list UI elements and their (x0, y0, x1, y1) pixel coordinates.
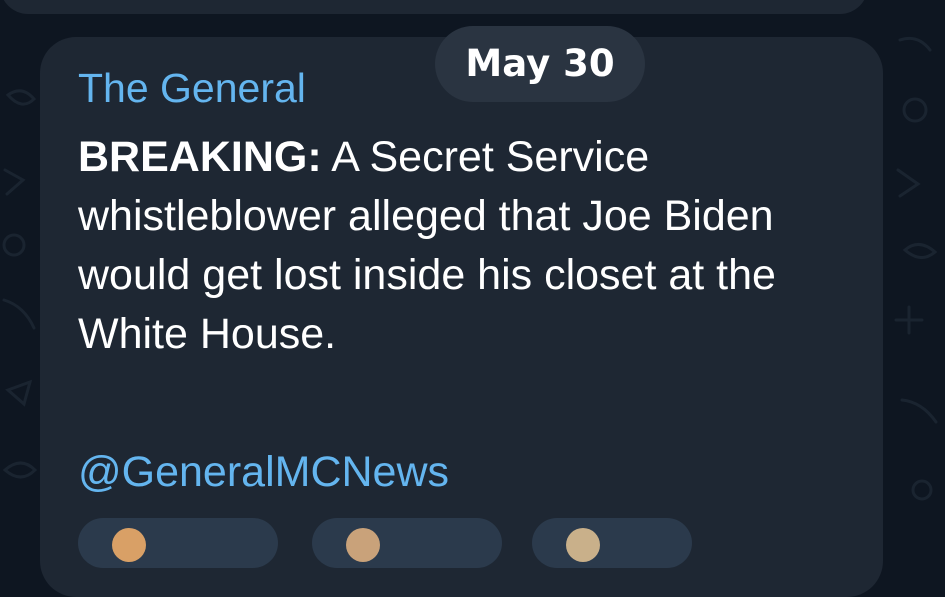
channel-link[interactable]: @GeneralMCNews (78, 445, 449, 499)
sender-name[interactable]: The General (78, 64, 306, 112)
previous-message-bubble (0, 0, 868, 14)
message-lead: BREAKING: (78, 133, 322, 181)
emoji-icon (566, 528, 600, 562)
reaction-chip-3[interactable] (532, 518, 692, 568)
reaction-chip-1[interactable] (78, 518, 278, 568)
date-badge: May 30 (435, 26, 645, 102)
reaction-chip-2[interactable] (312, 518, 502, 568)
message-text: BREAKING: A Secret Service whistleblower… (78, 128, 858, 364)
emoji-face-icon (112, 528, 146, 562)
emoji-face-icon (346, 528, 380, 562)
